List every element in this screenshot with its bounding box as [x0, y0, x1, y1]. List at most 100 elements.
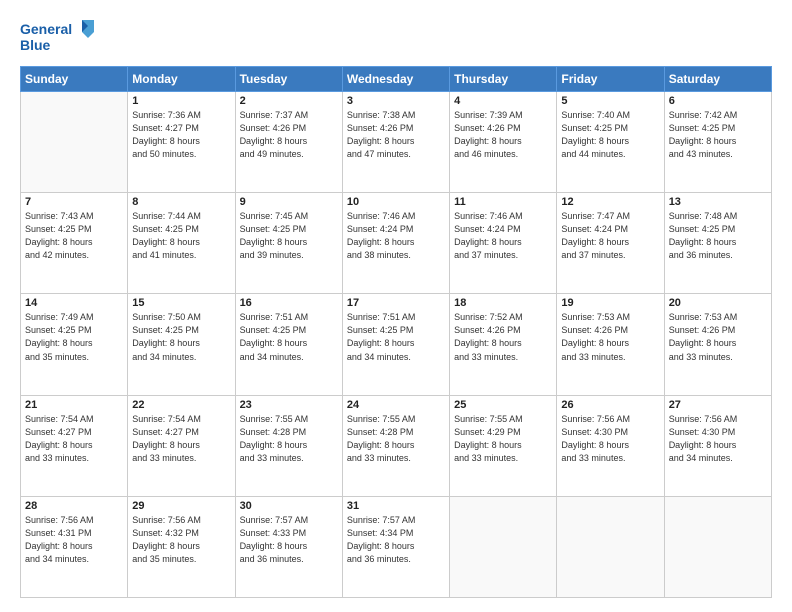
day-info: Sunrise: 7:56 AM Sunset: 4:30 PM Dayligh… — [669, 413, 767, 465]
calendar-day-header: Monday — [128, 67, 235, 92]
day-info: Sunrise: 7:46 AM Sunset: 4:24 PM Dayligh… — [347, 210, 445, 262]
calendar-day-header: Tuesday — [235, 67, 342, 92]
calendar-week-row: 21Sunrise: 7:54 AM Sunset: 4:27 PM Dayli… — [21, 395, 772, 496]
calendar-cell — [557, 496, 664, 597]
day-info: Sunrise: 7:47 AM Sunset: 4:24 PM Dayligh… — [561, 210, 659, 262]
day-number: 4 — [454, 95, 552, 107]
day-info: Sunrise: 7:50 AM Sunset: 4:25 PM Dayligh… — [132, 311, 230, 363]
day-info: Sunrise: 7:52 AM Sunset: 4:26 PM Dayligh… — [454, 311, 552, 363]
calendar-week-row: 7 Sunrise: 7:43 AM Sunset: 4:25 PM Daylig… — [21, 193, 772, 294]
day-info: Sunrise: 7:57 AM Sunset: 4:34 PM Dayligh… — [347, 514, 445, 566]
day-number: 19 — [561, 297, 659, 309]
day-info: Sunrise: 7:55 AM Sunset: 4:28 PM Dayligh… — [240, 413, 338, 465]
calendar-cell — [664, 496, 771, 597]
day-info: Sunrise: 7:53 AM Sunset: 4:26 PM Dayligh… — [561, 311, 659, 363]
day-info: Sunrise: 7:54 AM Sunset: 4:27 PM Dayligh… — [132, 413, 230, 465]
day-info: Sunrise: 7:36 AM Sunset: 4:27 PM Dayligh… — [132, 109, 230, 161]
calendar-cell — [21, 92, 128, 193]
day-info: Sunrise: 7:40 AM Sunset: 4:25 PM Dayligh… — [561, 109, 659, 161]
day-number: 18 — [454, 297, 552, 309]
day-info: Sunrise: 7:45 AM Sunset: 4:25 PM Dayligh… — [240, 210, 338, 262]
calendar-cell: 10Sunrise: 7:46 AM Sunset: 4:24 PM Dayli… — [342, 193, 449, 294]
calendar-week-row: 28 Sunrise: 7:56 AM Sunset: 4:31 PM Dayli… — [21, 496, 772, 597]
day-number: 26 — [561, 399, 659, 411]
calendar-cell: 14 Sunrise: 7:49 AM Sunset: 4:25 PM Dayli… — [21, 294, 128, 395]
day-info: Sunrise: 7:43 AM Sunset: 4:25 PM Dayligh… — [25, 210, 123, 262]
day-info: Sunrise: 7:56 AM Sunset: 4:31 PM Dayligh… — [25, 514, 123, 566]
logo: General Blue — [20, 18, 104, 56]
day-number: 11 — [454, 196, 552, 208]
calendar-cell: 23 Sunrise: 7:55 AM Sunset: 4:28 PM Dayli… — [235, 395, 342, 496]
day-info: Sunrise: 7:55 AM Sunset: 4:28 PM Dayligh… — [347, 413, 445, 465]
day-number: 1 — [132, 95, 230, 107]
day-number: 22 — [132, 399, 230, 411]
day-info: Sunrise: 7:39 AM Sunset: 4:26 PM Dayligh… — [454, 109, 552, 161]
day-info: Sunrise: 7:38 AM Sunset: 4:26 PM Dayligh… — [347, 109, 445, 161]
calendar-cell: 31Sunrise: 7:57 AM Sunset: 4:34 PM Dayli… — [342, 496, 449, 597]
calendar-cell: 27 Sunrise: 7:56 AM Sunset: 4:30 PM Dayli… — [664, 395, 771, 496]
day-number: 28 — [25, 500, 123, 512]
day-number: 20 — [669, 297, 767, 309]
calendar-cell: 28 Sunrise: 7:56 AM Sunset: 4:31 PM Dayli… — [21, 496, 128, 597]
day-number: 14 — [25, 297, 123, 309]
calendar-cell: 18 Sunrise: 7:52 AM Sunset: 4:26 PM Dayli… — [450, 294, 557, 395]
day-info: Sunrise: 7:46 AM Sunset: 4:24 PM Dayligh… — [454, 210, 552, 262]
day-info: Sunrise: 7:51 AM Sunset: 4:25 PM Dayligh… — [347, 311, 445, 363]
day-number: 25 — [454, 399, 552, 411]
calendar-cell: 5 Sunrise: 7:40 AM Sunset: 4:25 PM Daylig… — [557, 92, 664, 193]
calendar-cell: 19 Sunrise: 7:53 AM Sunset: 4:26 PM Dayli… — [557, 294, 664, 395]
day-info: Sunrise: 7:48 AM Sunset: 4:25 PM Dayligh… — [669, 210, 767, 262]
calendar-header-row: SundayMondayTuesdayWednesdayThursdayFrid… — [21, 67, 772, 92]
day-number: 27 — [669, 399, 767, 411]
day-info: Sunrise: 7:53 AM Sunset: 4:26 PM Dayligh… — [669, 311, 767, 363]
calendar-cell: 29 Sunrise: 7:56 AM Sunset: 4:32 PM Dayli… — [128, 496, 235, 597]
day-number: 8 — [132, 196, 230, 208]
day-number: 5 — [561, 95, 659, 107]
day-info: Sunrise: 7:54 AM Sunset: 4:27 PM Dayligh… — [25, 413, 123, 465]
calendar-cell: 15 Sunrise: 7:50 AM Sunset: 4:25 PM Dayli… — [128, 294, 235, 395]
calendar-day-header: Sunday — [21, 67, 128, 92]
day-info: Sunrise: 7:37 AM Sunset: 4:26 PM Dayligh… — [240, 109, 338, 161]
day-number: 17 — [347, 297, 445, 309]
day-info: Sunrise: 7:44 AM Sunset: 4:25 PM Dayligh… — [132, 210, 230, 262]
svg-text:Blue: Blue — [20, 37, 51, 53]
calendar-cell: 25 Sunrise: 7:55 AM Sunset: 4:29 PM Dayli… — [450, 395, 557, 496]
calendar-cell: 6Sunrise: 7:42 AM Sunset: 4:25 PM Daylig… — [664, 92, 771, 193]
calendar-cell: 13Sunrise: 7:48 AM Sunset: 4:25 PM Dayli… — [664, 193, 771, 294]
day-number: 16 — [240, 297, 338, 309]
calendar-week-row: 1 Sunrise: 7:36 AM Sunset: 4:27 PM Daylig… — [21, 92, 772, 193]
day-number: 7 — [25, 196, 123, 208]
day-info: Sunrise: 7:51 AM Sunset: 4:25 PM Dayligh… — [240, 311, 338, 363]
day-number: 2 — [240, 95, 338, 107]
day-number: 23 — [240, 399, 338, 411]
calendar-day-header: Thursday — [450, 67, 557, 92]
calendar-cell: 1 Sunrise: 7:36 AM Sunset: 4:27 PM Daylig… — [128, 92, 235, 193]
calendar-cell: 4 Sunrise: 7:39 AM Sunset: 4:26 PM Daylig… — [450, 92, 557, 193]
calendar-cell: 20 Sunrise: 7:53 AM Sunset: 4:26 PM Dayli… — [664, 294, 771, 395]
header: General Blue — [20, 18, 772, 56]
calendar-cell: 21Sunrise: 7:54 AM Sunset: 4:27 PM Dayli… — [21, 395, 128, 496]
calendar-table: SundayMondayTuesdayWednesdayThursdayFrid… — [20, 66, 772, 598]
calendar-cell: 16 Sunrise: 7:51 AM Sunset: 4:25 PM Dayli… — [235, 294, 342, 395]
day-number: 12 — [561, 196, 659, 208]
calendar-cell: 7 Sunrise: 7:43 AM Sunset: 4:25 PM Daylig… — [21, 193, 128, 294]
svg-text:General: General — [20, 21, 72, 37]
calendar-cell: 26Sunrise: 7:56 AM Sunset: 4:30 PM Dayli… — [557, 395, 664, 496]
day-number: 29 — [132, 500, 230, 512]
calendar-cell: 30 Sunrise: 7:57 AM Sunset: 4:33 PM Dayli… — [235, 496, 342, 597]
calendar-cell: 11 Sunrise: 7:46 AM Sunset: 4:24 PM Dayli… — [450, 193, 557, 294]
day-info: Sunrise: 7:49 AM Sunset: 4:25 PM Dayligh… — [25, 311, 123, 363]
day-number: 9 — [240, 196, 338, 208]
calendar-cell: 17 Sunrise: 7:51 AM Sunset: 4:25 PM Dayli… — [342, 294, 449, 395]
day-info: Sunrise: 7:57 AM Sunset: 4:33 PM Dayligh… — [240, 514, 338, 566]
calendar-cell: 9 Sunrise: 7:45 AM Sunset: 4:25 PM Daylig… — [235, 193, 342, 294]
day-number: 6 — [669, 95, 767, 107]
calendar-cell: 8 Sunrise: 7:44 AM Sunset: 4:25 PM Daylig… — [128, 193, 235, 294]
day-info: Sunrise: 7:56 AM Sunset: 4:32 PM Dayligh… — [132, 514, 230, 566]
calendar-cell: 3 Sunrise: 7:38 AM Sunset: 4:26 PM Daylig… — [342, 92, 449, 193]
day-number: 30 — [240, 500, 338, 512]
day-number: 3 — [347, 95, 445, 107]
calendar-week-row: 14 Sunrise: 7:49 AM Sunset: 4:25 PM Dayli… — [21, 294, 772, 395]
day-number: 15 — [132, 297, 230, 309]
day-info: Sunrise: 7:55 AM Sunset: 4:29 PM Dayligh… — [454, 413, 552, 465]
